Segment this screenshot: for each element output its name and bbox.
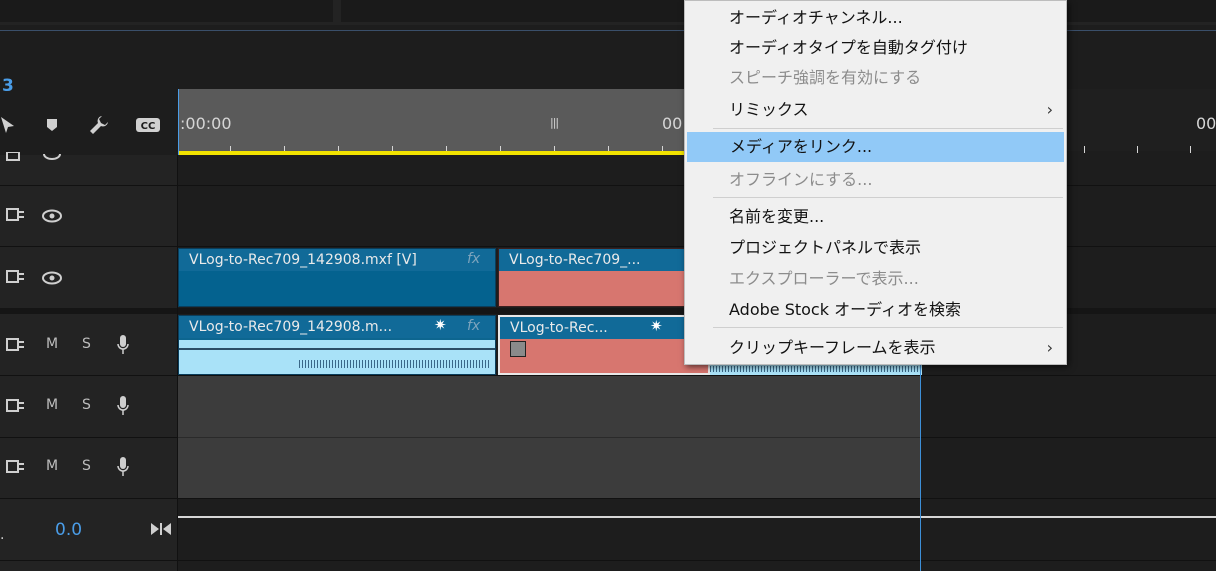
sync-lock-icon[interactable] <box>6 269 26 289</box>
video-clip[interactable]: VLog-to-Rec709_142908.mxf [V] fx <box>178 248 496 307</box>
ruler-timecode-mid: 00 <box>662 114 683 133</box>
microphone-icon[interactable] <box>116 334 130 360</box>
master-volume-line[interactable] <box>178 516 1216 518</box>
ruler-tick <box>1190 146 1191 153</box>
solo-button[interactable]: S <box>82 336 91 352</box>
clip-name: VLog-to-Rec709_142908.mxf [V] <box>179 249 495 271</box>
snap-icon[interactable] <box>0 115 16 139</box>
work-area-bar[interactable] <box>178 151 685 155</box>
eye-icon[interactable] <box>41 270 63 289</box>
eye-icon[interactable] <box>42 148 62 166</box>
mute-button[interactable]: M <box>46 336 58 352</box>
submenu-chevron-icon: › <box>1046 100 1053 119</box>
master-volume-value[interactable]: 0.0 <box>55 520 82 540</box>
track-header-column <box>0 155 178 571</box>
ruler-tick <box>1137 146 1138 153</box>
go-to-in-out-icon[interactable] <box>150 521 172 541</box>
menu-item-audio-channels[interactable]: オーディオチャンネル... <box>686 3 1065 33</box>
menu-item-link-media[interactable]: メディアをリンク... <box>687 132 1064 162</box>
context-menu: オーディオチャンネル... オーディオタイプを自動タグ付け スピーチ強調を有効に… <box>684 0 1067 365</box>
audio-waveform <box>179 340 495 374</box>
clip-name: VLog-to-Rec... <box>500 317 708 339</box>
clip-name: VLog-to-Rec709_... <box>499 249 685 271</box>
sync-lock-icon[interactable] <box>6 337 26 357</box>
microphone-icon[interactable] <box>116 395 130 421</box>
wrench-icon[interactable] <box>88 114 110 140</box>
mute-button[interactable]: M <box>46 458 58 474</box>
microphone-icon[interactable] <box>116 456 130 482</box>
mute-button[interactable]: M <box>46 397 58 413</box>
fx-badge: fx <box>467 318 481 334</box>
playhead-start <box>178 89 179 155</box>
fx-badge: fx <box>467 251 481 267</box>
source-monitor-edge <box>0 0 333 22</box>
menu-item-enable-speech-enhance[interactable]: スピーチ強調を有効にする <box>686 63 1065 93</box>
add-marker-icon[interactable] <box>44 117 60 137</box>
sync-lock-icon[interactable] <box>6 398 26 418</box>
captions-icon[interactable]: CC <box>135 116 161 138</box>
menu-item-reveal-in-explorer[interactable]: エクスプローラーで表示... <box>686 264 1065 294</box>
menu-separator <box>713 327 1063 328</box>
audio-clip-offline-selected[interactable]: VLog-to-Rec... ✷ <box>498 315 710 375</box>
menu-item-label: クリップキーフレームを表示 <box>729 338 936 357</box>
keyframe-icon[interactable] <box>510 341 526 357</box>
track-divider <box>0 560 1216 561</box>
menu-item-remix[interactable]: リミックス › <box>686 95 1065 125</box>
svg-text:CC: CC <box>141 121 156 132</box>
ruler-timecode-start: :00:00 <box>180 114 232 133</box>
ruler-timecode-right: 00 <box>1196 114 1216 133</box>
track-divider <box>0 498 1216 499</box>
audio-clip[interactable]: VLog-to-Rec709_142908.m... ✷ fx <box>178 315 496 375</box>
menu-item-label: リミックス <box>729 100 809 119</box>
eye-icon[interactable] <box>41 208 63 227</box>
effect-star-icon: ✷ <box>650 317 663 335</box>
menu-item-rename[interactable]: 名前を変更... <box>686 202 1065 232</box>
menu-item-reveal-in-project[interactable]: プロジェクトパネルで表示 <box>686 233 1065 263</box>
clip-name: VLog-to-Rec709_142908.m... <box>179 316 495 338</box>
menu-item-auto-tag-audio-type[interactable]: オーディオタイプを自動タグ付け <box>686 33 1065 63</box>
video-clip-offline[interactable]: VLog-to-Rec709_... <box>498 248 686 307</box>
track-divider <box>178 437 921 438</box>
menu-item-show-clip-keyframes[interactable]: クリップキーフレームを表示 › <box>686 333 1065 363</box>
solo-button[interactable]: S <box>82 458 91 474</box>
track-output-icon[interactable] <box>6 150 24 166</box>
sync-lock-icon[interactable] <box>6 207 26 227</box>
menu-item-search-adobe-stock-audio[interactable]: Adobe Stock オーディオを検索 <box>686 295 1065 325</box>
menu-separator <box>713 197 1063 198</box>
solo-button[interactable]: S <box>82 397 91 413</box>
submenu-chevron-icon: › <box>1046 338 1053 357</box>
sync-lock-icon[interactable] <box>6 459 26 479</box>
ruler-center-ticks: ||| <box>550 116 559 129</box>
menu-separator <box>713 128 1063 129</box>
sequence-tab-number[interactable]: 3 <box>2 76 14 96</box>
menu-item-make-offline[interactable]: オフラインにする... <box>686 165 1065 195</box>
effect-star-icon: ✷ <box>434 316 447 334</box>
ruler-tick <box>1084 146 1085 153</box>
master-dot: . <box>0 527 5 543</box>
